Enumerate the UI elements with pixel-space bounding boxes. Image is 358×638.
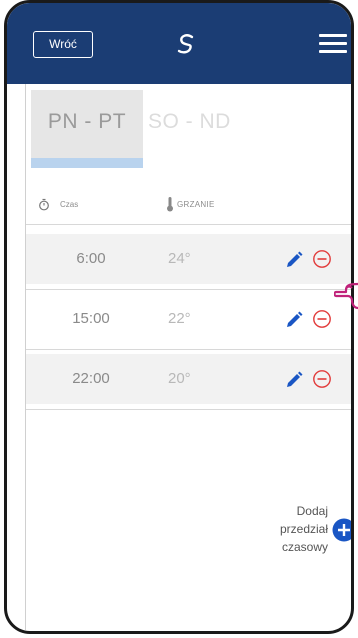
plus-circle-icon[interactable] [332,518,354,542]
remove-circle-icon[interactable] [312,249,332,269]
schedule-row: 15:00 22° [26,294,351,344]
row-time: 15:00 [72,310,110,327]
schedule-row: 6:00 24° [26,234,351,284]
phone-frame: Wróć PN - PT SO - ND Czas GRZANIE 6:00 2… [4,0,354,634]
remove-circle-icon[interactable] [312,369,332,389]
add-label-line3: czasowy [281,540,328,554]
remove-circle-icon[interactable] [312,309,332,329]
row-temp: 22° [168,310,191,327]
row-divider [26,224,351,225]
app-header: Wróć [7,3,351,84]
pencil-edit-icon[interactable] [284,310,304,330]
add-interval[interactable]: Dodaj przedział czasowy [256,502,354,572]
schedule-row: 22:00 20° [26,354,351,404]
pencil-edit-icon[interactable] [284,370,304,390]
thermometer-icon [167,197,173,212]
pointing-hand-icon [334,282,358,310]
tab-weekdays-label: PN - PT [47,110,127,133]
row-divider [26,289,351,290]
time-column-header: Czas [38,194,78,214]
heat-column-label: GRZANIE [177,199,215,209]
time-column-label: Czas [60,199,79,209]
salus-logo-icon [177,34,194,54]
add-label-line1: Dodaj [296,504,328,518]
add-label-line2: przedział [279,522,328,536]
hamburger-menu-icon[interactable] [319,34,347,54]
row-divider [26,409,351,410]
tab-weekdays[interactable]: PN - PT [31,90,143,168]
pencil-edit-icon[interactable] [284,250,304,270]
stopwatch-icon [39,198,49,210]
schedule-content: PN - PT SO - ND Czas GRZANIE 6:00 24° 15… [25,84,354,631]
row-temp: 20° [168,370,191,387]
row-divider [26,349,351,350]
row-time: 22:00 [72,370,110,387]
heat-column-header: GRZANIE [166,194,215,214]
tab-weekend[interactable]: SO - ND [148,110,231,134]
back-button[interactable]: Wróć [33,31,93,58]
add-interval-label: Dodaj przedział czasowy [280,502,328,556]
row-temp: 24° [168,250,191,267]
row-time: 6:00 [76,250,106,267]
day-tabs: PN - PT SO - ND [26,90,346,168]
